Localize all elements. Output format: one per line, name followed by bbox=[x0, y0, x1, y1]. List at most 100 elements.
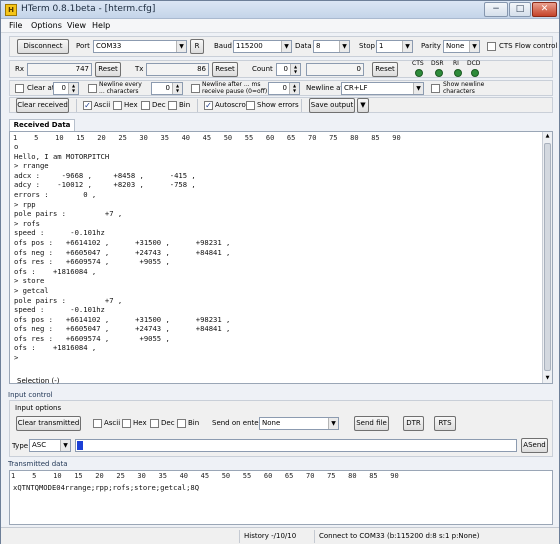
data-bits-select[interactable]: 8 ▼ bbox=[313, 40, 350, 53]
send-input[interactable] bbox=[75, 439, 517, 452]
rx-reset-button[interactable]: Reset bbox=[95, 62, 121, 77]
scroll-up-icon[interactable]: ▲ bbox=[544, 133, 551, 140]
received-line: ofs pos : +6614102 , +31500 , +98231 , bbox=[14, 237, 231, 247]
rx-dec-checkbox[interactable] bbox=[141, 101, 150, 110]
tx-reset-button[interactable]: Reset bbox=[212, 62, 238, 77]
received-data-area[interactable]: 1 5 10 15 20 25 30 35 40 45 50 55 60 65 … bbox=[9, 131, 553, 384]
rx-ascii-checkbox[interactable]: ✓ bbox=[83, 101, 92, 110]
title-bar[interactable]: H HTerm 0.8.1beta - [hterm.cfg] − □ ✕ bbox=[1, 1, 559, 19]
rx-hex-checkbox[interactable] bbox=[113, 101, 122, 110]
maximize-button[interactable]: □ bbox=[509, 2, 531, 17]
rx-hex-label: Hex bbox=[124, 101, 138, 109]
newline-after-stepper[interactable]: 0 ▲ ▼ bbox=[268, 82, 300, 95]
newline-every-checkbox[interactable] bbox=[88, 84, 97, 93]
rx-counter: 747 bbox=[27, 63, 92, 76]
clear-received-button[interactable]: Clear received bbox=[16, 98, 69, 113]
received-line: speed : -0.101hz bbox=[14, 228, 105, 238]
received-line: ofs : +1816084 , bbox=[14, 343, 97, 353]
cts-flow-label: CTS Flow control bbox=[499, 42, 558, 50]
menu-options[interactable]: Options bbox=[31, 21, 62, 30]
baud-select[interactable]: 115200 ▼ bbox=[233, 40, 292, 53]
rx-label: Rx bbox=[15, 65, 25, 73]
show-newline-checkbox[interactable] bbox=[431, 84, 440, 93]
dsr-led-label: DSR bbox=[431, 60, 444, 67]
input-options-label: Input options bbox=[15, 404, 62, 412]
rts-button[interactable]: RTS bbox=[434, 416, 456, 431]
cts-flow-checkbox[interactable] bbox=[487, 42, 496, 51]
clear-at-stepper[interactable]: 0 ▲ ▼ bbox=[53, 82, 79, 95]
menu-view[interactable]: View bbox=[67, 21, 86, 30]
separator bbox=[197, 99, 198, 112]
received-scrollbar[interactable]: ▲ ▼ bbox=[542, 132, 552, 383]
stepper-arrows-icon: ▲ ▼ bbox=[290, 64, 300, 75]
refresh-ports-button[interactable]: R bbox=[190, 39, 204, 54]
received-line: > store bbox=[14, 276, 45, 286]
disconnect-button[interactable]: Disconnect bbox=[17, 39, 69, 54]
port-select[interactable]: COM33 ▼ bbox=[93, 40, 187, 53]
type-select[interactable]: ASC ▼ bbox=[29, 439, 71, 452]
save-output-button[interactable]: Save output bbox=[309, 98, 355, 113]
received-lines: o Hello, I am MOTORPITCH > rrange adcx : -9… bbox=[14, 142, 230, 363]
stop-bits-select[interactable]: 1 ▼ bbox=[376, 40, 413, 53]
clear-at-checkbox[interactable] bbox=[15, 84, 24, 93]
send-on-enter-label: Send on enter bbox=[212, 419, 262, 427]
tx-hex-checkbox[interactable] bbox=[122, 419, 131, 428]
baud-value: 115200 bbox=[236, 42, 263, 50]
ri-led-icon bbox=[454, 69, 462, 77]
newline-after-label-line2: receive pause (0=off) bbox=[202, 88, 268, 95]
menu-help[interactable]: Help bbox=[92, 21, 110, 30]
clear-transmitted-button[interactable]: Clear transmitted bbox=[16, 416, 81, 431]
received-line: > rrange bbox=[14, 161, 49, 171]
count-display: 0 bbox=[306, 63, 364, 76]
received-line: ofs res : +6609574 , +9055 , bbox=[14, 257, 170, 267]
asend-button[interactable]: ASend bbox=[521, 438, 548, 453]
rx-bin-checkbox[interactable] bbox=[168, 101, 177, 110]
parity-label: Parity bbox=[421, 42, 441, 50]
selection-label: Selection (-) bbox=[17, 377, 60, 385]
newline-every-label: Newline every... characters bbox=[99, 81, 142, 95]
menu-file[interactable]: File bbox=[9, 21, 22, 30]
received-line: Hello, I am MOTORPITCH bbox=[14, 151, 110, 161]
tx-dec-label: Dec bbox=[161, 419, 175, 427]
newline-after-checkbox[interactable] bbox=[191, 84, 200, 93]
parity-select[interactable]: None ▼ bbox=[443, 40, 480, 53]
separator bbox=[301, 99, 302, 112]
send-on-enter-select[interactable]: None ▼ bbox=[259, 417, 339, 430]
clear-at-value: 0 bbox=[61, 84, 66, 92]
close-button[interactable]: ✕ bbox=[532, 2, 557, 17]
received-line: ofs pos : +6614102 , +31500 , +98231 , bbox=[14, 314, 231, 324]
scroll-down-icon[interactable]: ▼ bbox=[544, 375, 551, 382]
input-control-panel: Input options Clear transmitted Ascii He… bbox=[9, 400, 553, 457]
received-line: ofs : +1816084 , bbox=[14, 266, 97, 276]
connection-status: Connect to COM33 (b:115200 d:8 s:1 p:Non… bbox=[314, 530, 554, 543]
type-label: Type bbox=[12, 442, 29, 450]
dtr-button[interactable]: DTR bbox=[403, 416, 424, 431]
chevron-down-icon: ▼ bbox=[402, 41, 412, 52]
dsr-led-icon bbox=[435, 69, 443, 77]
tx-counter: 86 bbox=[146, 63, 209, 76]
tx-ascii-checkbox[interactable] bbox=[93, 419, 102, 428]
newline-at-select[interactable]: CR+LF ▼ bbox=[341, 82, 424, 95]
scrollbar-thumb[interactable] bbox=[544, 143, 551, 371]
tx-bin-checkbox[interactable] bbox=[177, 419, 186, 428]
data-bits-value: 8 bbox=[316, 42, 321, 50]
minimize-button[interactable]: − bbox=[484, 2, 508, 17]
tx-ascii-label: Ascii bbox=[104, 419, 121, 427]
show-errors-checkbox[interactable] bbox=[246, 101, 255, 110]
stepper-arrows-icon: ▲ ▼ bbox=[289, 83, 299, 94]
count-reset-button[interactable]: Reset bbox=[372, 62, 398, 77]
received-line: > bbox=[14, 353, 19, 363]
newline-every-stepper[interactable]: 0 ▲ ▼ bbox=[151, 82, 183, 95]
stop-bits-label: Stop bbox=[359, 42, 375, 50]
tx-dec-checkbox[interactable] bbox=[150, 419, 159, 428]
count-stepper[interactable]: 0 ▲ ▼ bbox=[276, 63, 301, 76]
autoscroll-checkbox[interactable]: ✓ bbox=[204, 101, 213, 110]
received-line: adcy : -10012 , +8203 , -758 , bbox=[14, 180, 196, 190]
transmitted-data-area[interactable]: 1 5 10 15 20 25 30 35 40 45 50 55 60 65 … bbox=[9, 470, 553, 525]
cts-led-label: CTS bbox=[412, 60, 424, 67]
newline-every-label-line1: Newline every bbox=[99, 81, 142, 88]
show-newline-label-line1: Show newline bbox=[443, 81, 485, 88]
save-output-menu-button[interactable]: ▼ bbox=[357, 98, 369, 113]
send-file-button[interactable]: Send file bbox=[354, 416, 389, 431]
tab-received-data[interactable]: Received Data bbox=[9, 119, 75, 131]
